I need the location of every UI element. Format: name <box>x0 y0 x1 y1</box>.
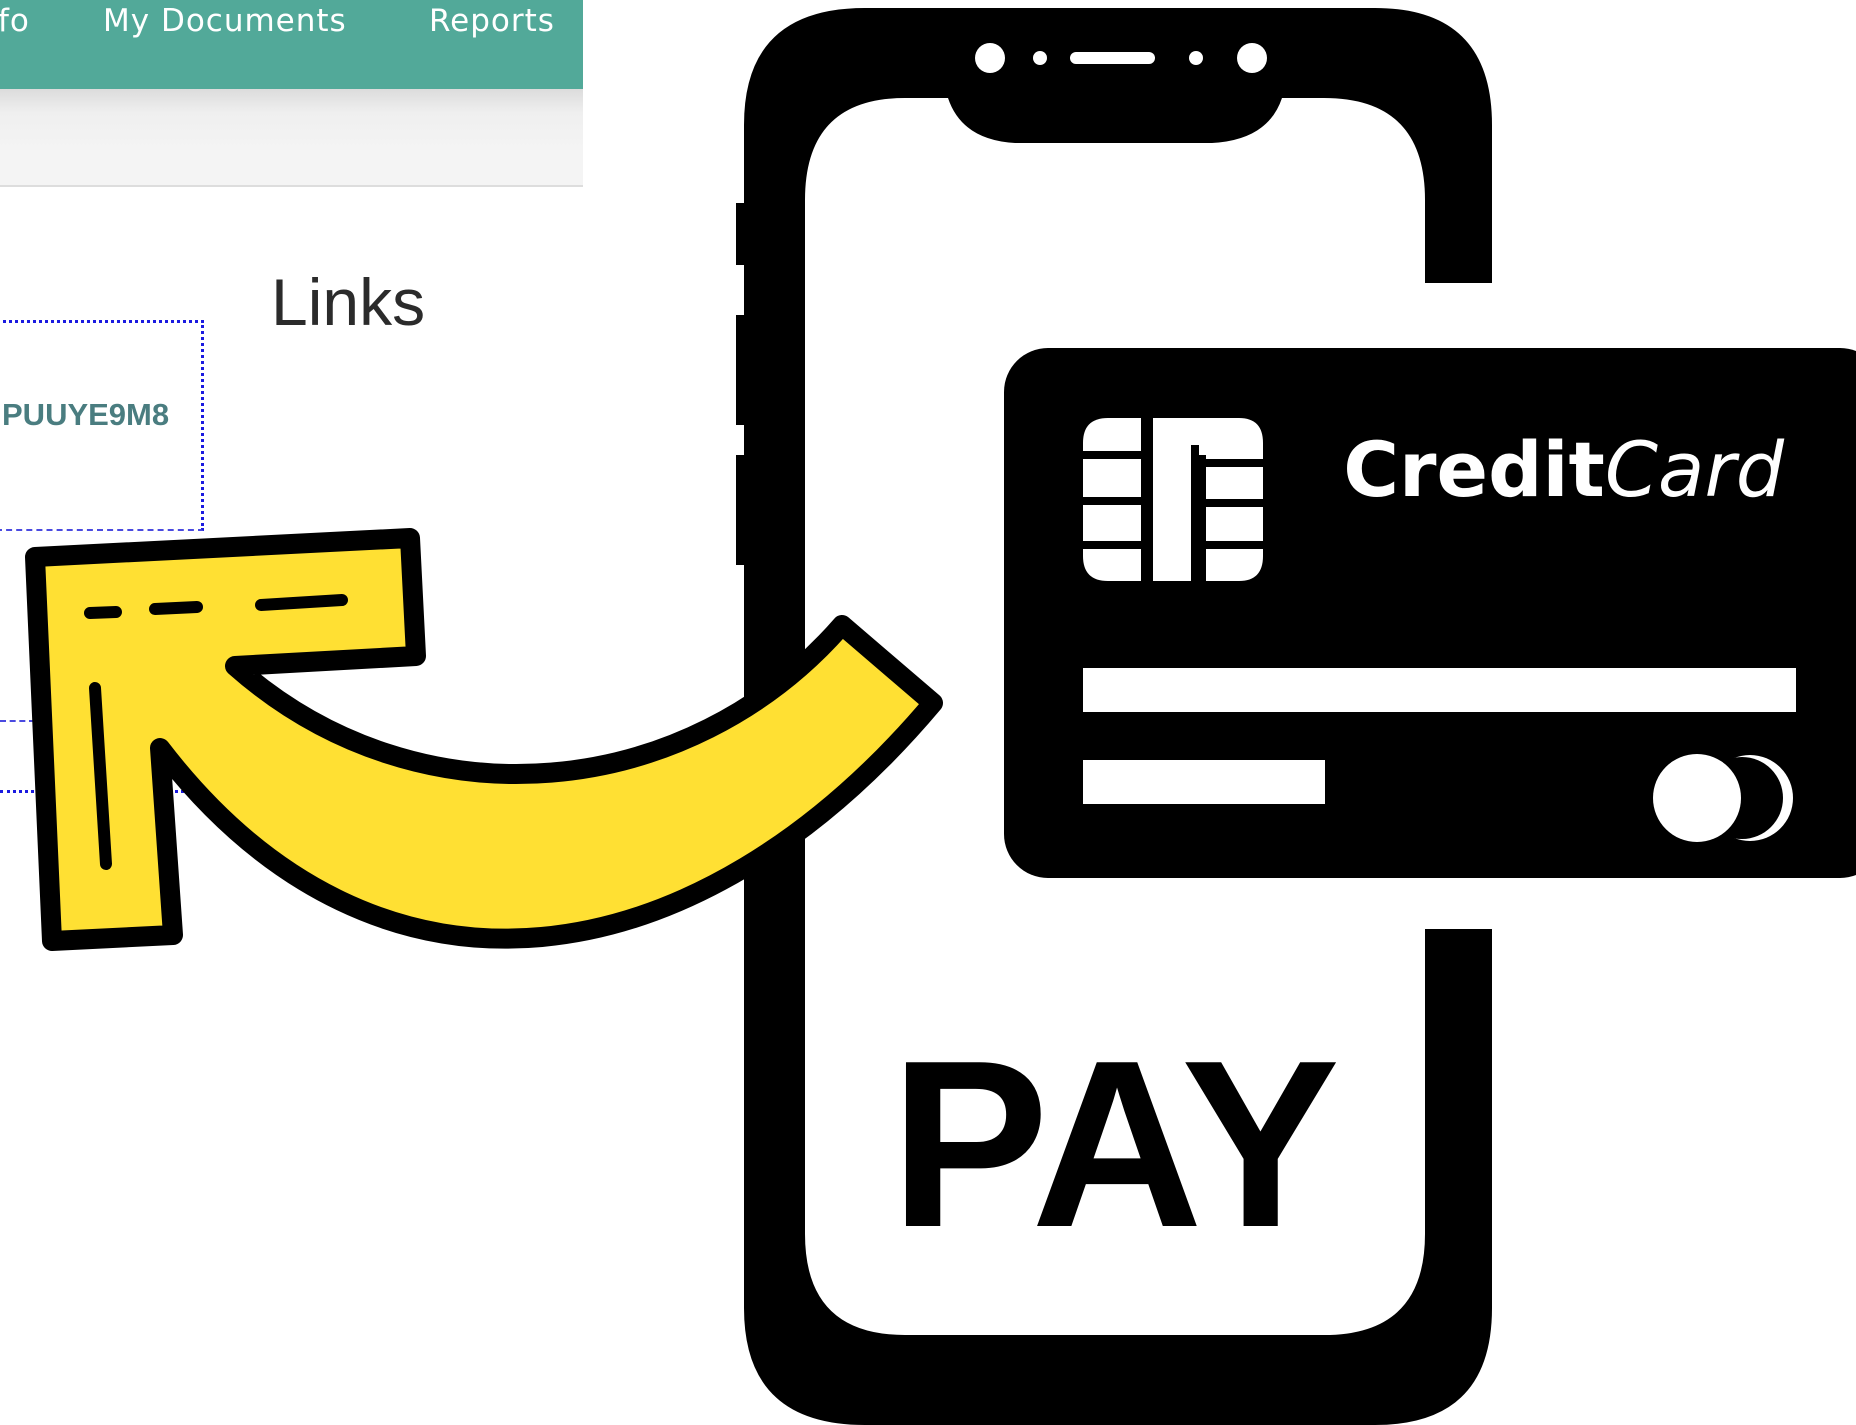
card-brand-bold: Credit <box>1343 425 1605 514</box>
card-brand-italic: Card <box>1605 425 1785 514</box>
screenshot-canvas: fo My Documents Reports Links PUUYE9M8 P… <box>0 0 1856 1425</box>
pay-illustration: PAY CreditCard <box>25 8 1856 1425</box>
credit-card-icon: CreditCard <box>1004 348 1856 878</box>
card-brand: CreditCard <box>1343 425 1784 514</box>
card-network-icon <box>1653 754 1793 842</box>
chip-icon <box>1083 418 1263 581</box>
pay-label: PAY <box>890 1012 1340 1277</box>
